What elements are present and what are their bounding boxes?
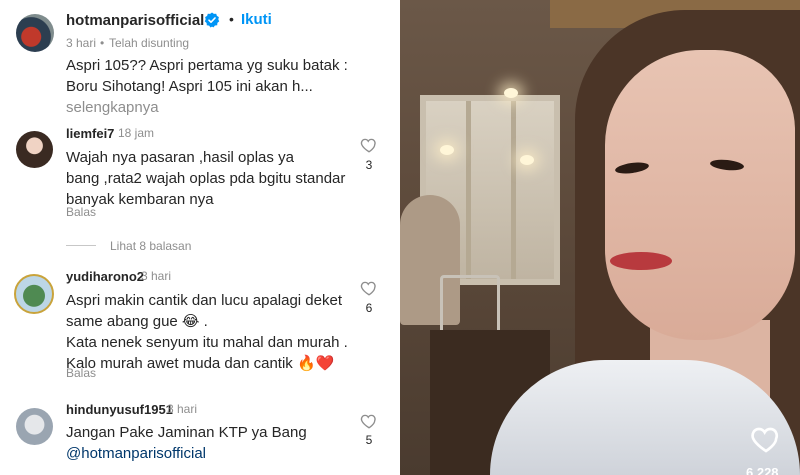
post-time: 3 hari <box>66 36 97 50</box>
comment-line: banyak kembaran nya <box>66 191 214 208</box>
heart-icon[interactable] <box>749 423 783 455</box>
post-edited-label: Telah disunting <box>109 36 190 50</box>
mention-link[interactable]: @hotmanparisofficial <box>66 443 366 464</box>
commenter-avatar[interactable] <box>16 131 53 168</box>
view-replies-button[interactable]: Lihat 8 balasan <box>110 239 191 253</box>
comment-text: Jangan Pake Jaminan KTP ya Bang @hotmanp… <box>66 422 366 464</box>
like-count: 6 <box>365 301 373 315</box>
post-author-username[interactable]: hotmanparisofficial <box>66 12 204 29</box>
comment-line: Kalo murah awet muda dan cantik 🔥❤️ <box>66 355 335 372</box>
heart-icon[interactable] <box>360 412 378 430</box>
media-face <box>605 50 795 340</box>
comment-text: Wajah nya pasaran ,hasil oplas ya bang ,… <box>66 147 366 210</box>
verified-badge-icon <box>204 12 220 28</box>
comments-panel: hotmanparisofficial • Ikuti 3 hari • Tel… <box>0 0 400 475</box>
post-caption: Aspri 105?? Aspri pertama yg suku batak … <box>66 55 396 118</box>
comment-line: Wajah nya pasaran ,hasil oplas ya <box>66 149 294 166</box>
post-separator: • <box>100 36 105 50</box>
like-count: 5 <box>365 433 373 447</box>
media-like-count: 6.228 <box>746 465 779 475</box>
comment-username[interactable]: liemfei7 <box>66 126 114 141</box>
post-author-avatar[interactable] <box>16 14 54 52</box>
comment-time: 3 hari <box>167 402 198 416</box>
media-light <box>504 88 518 98</box>
comment-line: bang ,rata2 wajah oplas pda bgitu standa… <box>66 170 346 187</box>
heart-icon[interactable] <box>360 136 378 154</box>
reply-button[interactable]: Balas <box>66 366 96 380</box>
comment-time: 3 hari <box>141 269 172 283</box>
caption-line: Boru Sihotang! Aspri 105 ini akan h... <box>66 78 313 95</box>
comment-line: Aspri makin cantik dan lucu apalagi deke… <box>66 292 342 309</box>
comment-time: 18 jam <box>118 126 155 140</box>
post-media[interactable]: 6.228 <box>400 0 800 475</box>
view-replies-line <box>66 245 96 246</box>
comment-line: Jangan Pake Jaminan KTP ya Bang <box>66 424 307 441</box>
separator-dot: • <box>229 11 234 27</box>
comment-text: Aspri makin cantik dan lucu apalagi deke… <box>66 290 366 374</box>
comment-line: same abang gue 😂 . <box>66 313 208 330</box>
comment-line: Kata nenek senyum itu mahal dan murah . <box>66 334 348 351</box>
heart-icon[interactable] <box>360 279 378 297</box>
follow-button[interactable]: Ikuti <box>241 11 272 28</box>
commenter-avatar[interactable] <box>16 408 53 445</box>
reply-button[interactable]: Balas <box>66 205 96 219</box>
media-light <box>520 155 534 165</box>
comment-username[interactable]: hindunyusuf1951 <box>66 402 173 417</box>
like-count: 3 <box>365 158 373 172</box>
media-light <box>440 145 454 155</box>
caption-line: Aspri 105?? Aspri pertama yg suku batak … <box>66 57 348 74</box>
comment-username[interactable]: yudiharono2 <box>66 269 144 284</box>
see-more-link[interactable]: selengkapnya <box>66 97 396 118</box>
media-lips <box>610 252 672 270</box>
commenter-avatar[interactable] <box>14 274 54 314</box>
